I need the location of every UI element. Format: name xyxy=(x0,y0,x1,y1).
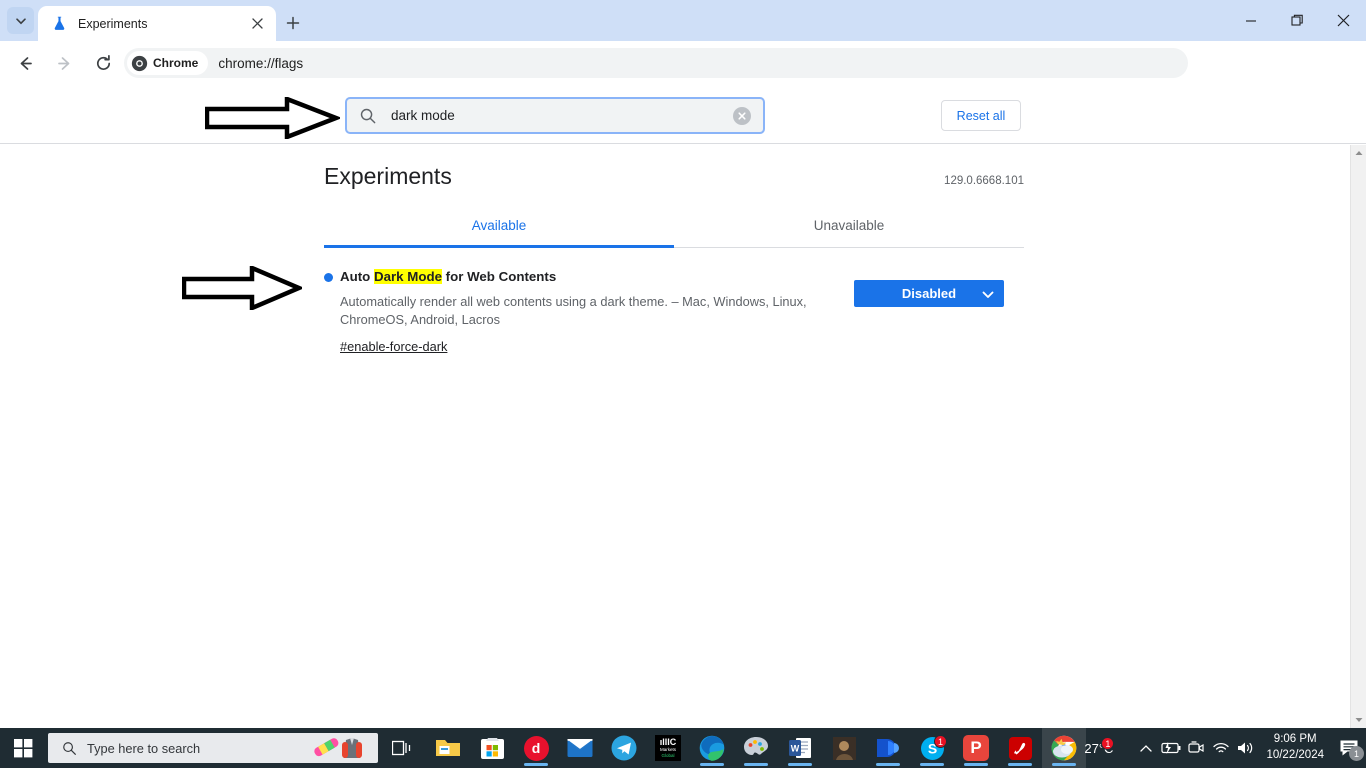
tray-time: 9:06 PM xyxy=(1273,733,1317,746)
tab-available[interactable]: Available xyxy=(324,218,674,248)
app-running-underline xyxy=(700,763,724,766)
flag-title-highlight: Dark Mode xyxy=(373,269,442,284)
taskbar-app-microsoft-word[interactable]: W xyxy=(778,728,822,768)
clear-circle-icon[interactable] xyxy=(733,106,751,125)
forward-arrow-icon[interactable] xyxy=(49,49,79,79)
reset-all-button[interactable]: Reset all xyxy=(941,100,1021,131)
app-running-underline xyxy=(744,763,768,766)
taskbar-search-placeholder: Type here to search xyxy=(87,740,201,756)
flag-description: Automatically render all web contents us… xyxy=(340,293,807,328)
tray-clock[interactable]: 9:06 PM 10/22/2024 xyxy=(1266,732,1324,763)
tab-strip: Experiments xyxy=(0,0,1366,41)
ic-markets-icon: ıllIC Markets Global xyxy=(655,735,681,761)
volume-icon[interactable] xyxy=(1233,728,1258,768)
camera-icon[interactable] xyxy=(1183,728,1208,768)
experiments-title-row: Experiments 129.0.6668.101 xyxy=(324,163,1024,190)
taskbar-app-skype[interactable]: S 1 xyxy=(910,728,954,768)
maximize-icon[interactable] xyxy=(1274,0,1320,41)
flag-title-before: Auto xyxy=(340,269,374,284)
taskbar-app-file-explorer[interactable] xyxy=(426,728,470,768)
address-bar[interactable]: Chrome chrome://flags xyxy=(124,48,1188,78)
show-hidden-icons-icon[interactable] xyxy=(1133,728,1158,768)
app-running-underline xyxy=(788,763,812,766)
taskbar-app-icons: d ıllIC Markets Global W S 1 P xyxy=(426,728,1086,768)
notifications-icon[interactable]: 1 xyxy=(1332,728,1366,768)
taskbar-app-p-app[interactable]: P xyxy=(954,728,998,768)
battery-icon[interactable] xyxy=(1158,728,1183,768)
app-running-underline xyxy=(876,763,900,766)
taskbar-app-photos[interactable] xyxy=(822,728,866,768)
search-icon xyxy=(360,108,376,123)
app-running-underline xyxy=(920,763,944,766)
version-label: 129.0.6668.101 xyxy=(944,175,1024,187)
skype-notification-badge: 1 xyxy=(933,735,947,748)
tray-weather[interactable]: 1 27°C xyxy=(1049,735,1115,761)
tab-unavailable[interactable]: Unavailable xyxy=(674,218,1024,247)
taskbar-app-telegram[interactable] xyxy=(602,728,646,768)
new-tab-button[interactable] xyxy=(279,9,307,37)
taskbar-app-paint-3d[interactable] xyxy=(734,728,778,768)
dailymotion-icon: d xyxy=(523,735,549,761)
p-app-icon: P xyxy=(963,735,989,761)
chrome-origin-chip: Chrome xyxy=(127,51,209,75)
scrollbar-thumb[interactable] xyxy=(1353,162,1365,234)
flag-permalink[interactable]: #enable-force-dark xyxy=(340,339,447,354)
page-title: Experiments xyxy=(324,163,452,189)
taskbar-app-microsoft-edge[interactable] xyxy=(690,728,734,768)
chrome-logo-icon xyxy=(131,55,148,71)
back-arrow-icon[interactable] xyxy=(10,49,40,79)
scroll-up-icon[interactable] xyxy=(1351,145,1366,161)
taskbar-app-ic-markets-global[interactable]: ıllIC Markets Global xyxy=(646,728,690,768)
page-scrollbar[interactable] xyxy=(1350,145,1366,728)
wifi-icon[interactable] xyxy=(1208,728,1233,768)
notifications-badge: 1 xyxy=(1349,746,1364,761)
flag-title-after: for Web Contents xyxy=(441,269,557,284)
minimize-icon[interactable] xyxy=(1228,0,1274,41)
windows-taskbar: Type here to search d ıllIC Markets Glob… xyxy=(0,728,1366,768)
task-view-icon[interactable] xyxy=(378,728,426,768)
flag-title-line: Auto Dark Mode for Web Contents xyxy=(324,268,854,286)
flags-page-body: Experiments 129.0.6668.101 Available Una… xyxy=(0,145,1350,728)
flag-state-select[interactable]: Disabled xyxy=(854,280,1004,307)
tab-search-chevron-icon[interactable] xyxy=(7,7,34,34)
taskbar-app-dailymotion[interactable]: d xyxy=(514,728,558,768)
taskbar-app-d-app[interactable] xyxy=(866,728,910,768)
taskbar-app-mail[interactable] xyxy=(558,728,602,768)
flag-info: Auto Dark Mode for Web Contents Automati… xyxy=(324,268,854,356)
flags-tabs: Available Unavailable xyxy=(324,218,1024,248)
system-tray: 1 27°C 9:06 PM 10/22/2024 1 xyxy=(1049,728,1366,768)
close-icon[interactable] xyxy=(246,13,268,35)
weather-icon xyxy=(1053,738,1074,758)
flag-status-dot-icon xyxy=(324,273,333,282)
app-running-underline xyxy=(964,763,988,766)
search-input[interactable]: dark mode xyxy=(391,108,733,123)
taskbar-app-microsoft-store[interactable] xyxy=(470,728,514,768)
windows-start-icon[interactable] xyxy=(0,728,47,768)
svg-text:W: W xyxy=(791,744,800,754)
close-icon[interactable] xyxy=(1320,0,1366,41)
flag-control: Disabled xyxy=(854,268,1004,356)
scroll-down-icon[interactable] xyxy=(1351,712,1366,728)
window-controls xyxy=(1228,0,1366,41)
flags-search-box[interactable]: dark mode xyxy=(345,97,765,134)
flags-content: Experiments 129.0.6668.101 Available Una… xyxy=(324,145,1024,356)
app-running-underline xyxy=(524,763,548,766)
flag-entry: Auto Dark Mode for Web Contents Automati… xyxy=(324,268,1024,356)
browser-toolbar: Chrome chrome://flags K xyxy=(0,41,1366,118)
taskbar-search-sticker-icon xyxy=(314,738,362,758)
url-text: chrome://flags xyxy=(218,55,304,71)
flag-state-value: Disabled xyxy=(901,286,957,301)
reload-icon[interactable] xyxy=(88,49,118,79)
tray-date: 10/22/2024 xyxy=(1266,749,1324,761)
flask-icon xyxy=(54,16,65,30)
app-running-underline xyxy=(1008,763,1032,766)
taskbar-app-adobe-acrobat[interactable] xyxy=(998,728,1042,768)
tab-title: Experiments xyxy=(78,16,148,31)
search-icon xyxy=(63,741,76,755)
chrome-chip-label: Chrome xyxy=(153,56,199,70)
flag-title: Auto Dark Mode for Web Contents xyxy=(340,268,556,286)
browser-tab[interactable]: Experiments xyxy=(38,6,276,41)
taskbar-search-box[interactable]: Type here to search xyxy=(48,733,378,763)
chevron-down-icon xyxy=(982,288,994,303)
